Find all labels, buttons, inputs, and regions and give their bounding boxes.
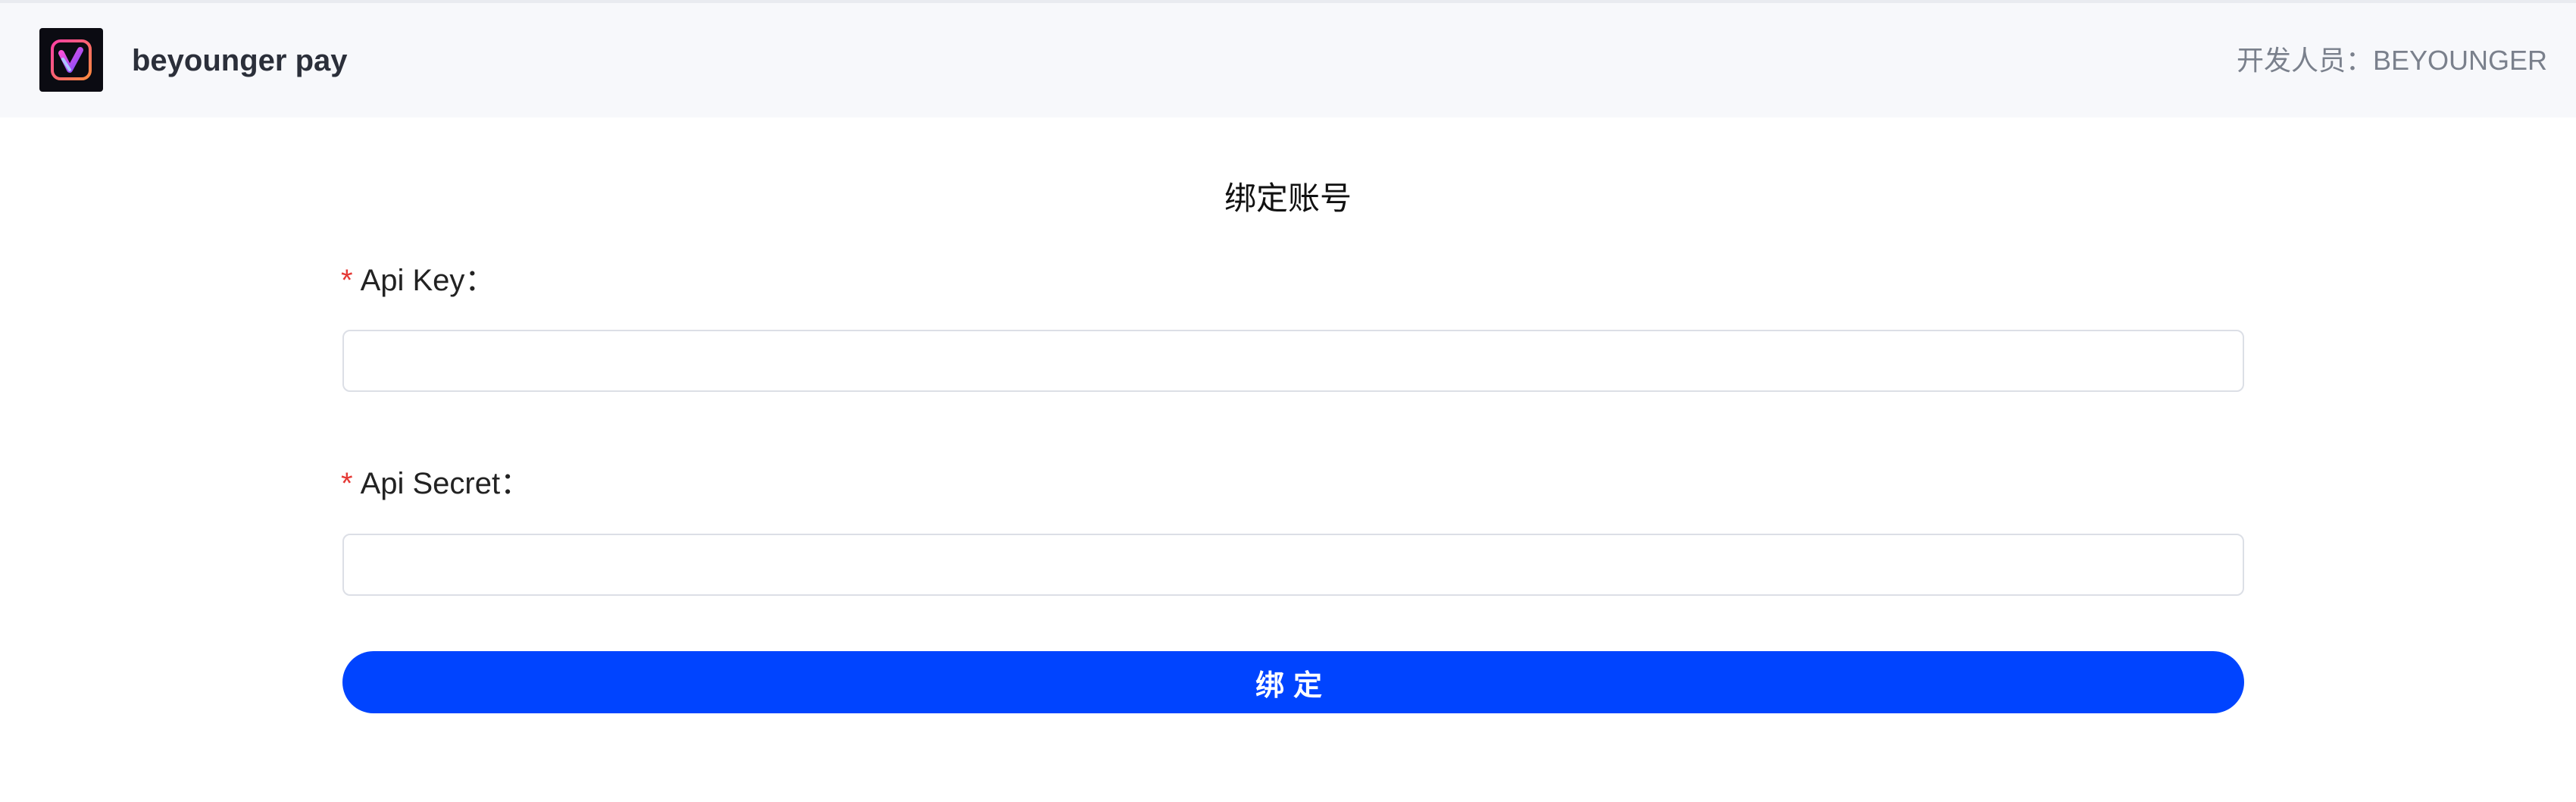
api-secret-input[interactable] — [342, 534, 2244, 596]
app-name: beyounger pay — [132, 44, 348, 77]
developer-name: BEYOUNGER — [2372, 45, 2547, 76]
beyounger-v-logo-icon[interactable] — [39, 28, 103, 92]
api-key-label: * Api Key： — [341, 262, 495, 299]
page-title: 绑定账号 — [1224, 180, 1352, 216]
required-mark: * — [341, 467, 353, 500]
required-mark: * — [341, 264, 353, 297]
api-key-label-text: Api Key： — [360, 264, 496, 297]
api-secret-label: * Api Secret： — [341, 465, 530, 502]
api-key-input[interactable] — [342, 330, 2244, 392]
developer-label: 开发人员： — [2236, 45, 2373, 76]
bind-submit-button[interactable]: 绑定 — [342, 651, 2244, 713]
logo-graphic — [51, 39, 92, 80]
api-secret-label-text: Api Secret： — [360, 467, 531, 500]
developer-info: 开发人员：BEYOUNGER — [2237, 44, 2547, 77]
top-header: beyounger pay 开发人员：BEYOUNGER — [0, 0, 2576, 117]
